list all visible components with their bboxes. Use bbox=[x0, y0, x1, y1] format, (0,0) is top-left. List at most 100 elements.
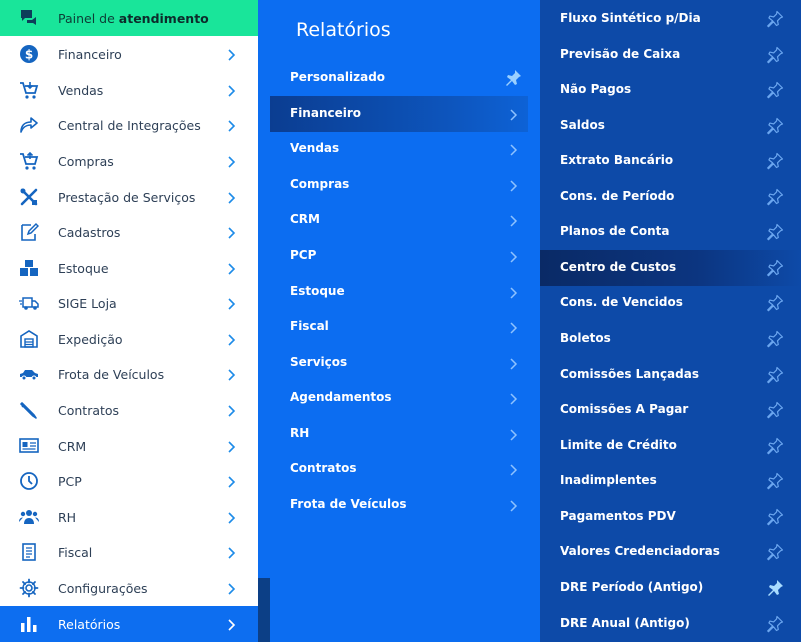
sidebar-item-label: Financeiro bbox=[58, 46, 122, 62]
menu-item-vendas[interactable]: Vendas bbox=[270, 131, 528, 167]
report-item[interactable]: Saldos bbox=[540, 108, 801, 144]
report-item-label: Inadimplentes bbox=[560, 473, 657, 487]
sidebar-item-central-integracoes[interactable]: Central de Integrações bbox=[0, 107, 258, 143]
menu-item-rh[interactable]: RH bbox=[270, 416, 528, 452]
report-item-selected[interactable]: Centro de Custos bbox=[540, 250, 801, 286]
menu-item-financeiro[interactable]: Financeiro bbox=[270, 96, 528, 132]
sidebar-item-label: Relatórios bbox=[58, 616, 121, 632]
sidebar-item-compras[interactable]: Compras bbox=[0, 143, 258, 179]
car-icon bbox=[18, 364, 40, 384]
sidebar-item-label: Estoque bbox=[58, 260, 109, 276]
report-item[interactable]: DRE Anual (Antigo) bbox=[540, 606, 801, 642]
report-item[interactable]: Planos de Conta bbox=[540, 214, 801, 250]
menu-item-personalizado[interactable]: Personalizado bbox=[270, 60, 528, 96]
sidebar-item-crm[interactable]: CRM bbox=[0, 428, 258, 464]
sidebar-item-label: SIGE Loja bbox=[58, 295, 117, 311]
chevron-right-icon bbox=[506, 320, 520, 334]
pin-outline-icon[interactable] bbox=[766, 401, 784, 419]
report-item[interactable]: DRE Período (Antigo) bbox=[540, 570, 801, 606]
pin-outline-icon[interactable] bbox=[766, 188, 784, 206]
report-item[interactable]: Limite de Crédito bbox=[540, 428, 801, 464]
sidebar-item-frota-veiculos[interactable]: Frota de Veículos bbox=[0, 356, 258, 392]
menu-item-agendamentos[interactable]: Agendamentos bbox=[270, 380, 528, 416]
chevron-right-icon bbox=[224, 545, 238, 559]
report-item[interactable]: Cons. de Período bbox=[540, 179, 801, 215]
pin-outline-icon[interactable] bbox=[766, 46, 784, 64]
menu-item-label: CRM bbox=[290, 212, 320, 226]
pin-outline-icon[interactable] bbox=[766, 294, 784, 312]
pin-outline-icon[interactable] bbox=[766, 330, 784, 348]
pin-outline-icon[interactable] bbox=[766, 117, 784, 135]
report-item[interactable]: Previsão de Caixa bbox=[540, 37, 801, 73]
pin-outline-icon[interactable] bbox=[766, 223, 784, 241]
menu-item-contratos[interactable]: Contratos bbox=[270, 451, 528, 487]
report-item-label: Limite de Crédito bbox=[560, 438, 677, 452]
pin-outline-icon[interactable] bbox=[766, 366, 784, 384]
menu-item-label: Vendas bbox=[290, 141, 340, 155]
pin-outline-icon[interactable] bbox=[766, 10, 784, 28]
panel-edge bbox=[258, 578, 270, 642]
menu-item-fiscal[interactable]: Fiscal bbox=[270, 309, 528, 345]
pin-filled-icon[interactable] bbox=[766, 579, 784, 597]
tools-icon bbox=[18, 187, 40, 207]
sidebar-item-painel-atendimento[interactable]: Painel de atendimento bbox=[0, 0, 258, 36]
sidebar-item-relatorios[interactable]: Relatórios bbox=[0, 606, 258, 642]
report-item[interactable]: Comissões Lançadas bbox=[540, 357, 801, 393]
chevron-right-icon bbox=[506, 213, 520, 227]
chat-icon bbox=[18, 8, 40, 28]
report-item[interactable]: Inadimplentes bbox=[540, 463, 801, 499]
report-item-label: Saldos bbox=[560, 118, 605, 132]
sidebar-item-estoque[interactable]: Estoque bbox=[0, 250, 258, 286]
menu-item-compras[interactable]: Compras bbox=[270, 167, 528, 203]
chevron-right-icon bbox=[224, 617, 238, 631]
sidebar-item-configuracoes[interactable]: Configurações bbox=[0, 570, 258, 606]
report-item[interactable]: Extrato Bancário bbox=[540, 143, 801, 179]
report-item[interactable]: Comissões A Pagar bbox=[540, 392, 801, 428]
sidebar-item-label: Central de Integrações bbox=[58, 117, 201, 133]
sidebar-item-pcp[interactable]: PCP bbox=[0, 463, 258, 499]
menu-item-pcp[interactable]: PCP bbox=[270, 238, 528, 274]
pin-outline-icon[interactable] bbox=[766, 543, 784, 561]
report-item[interactable]: Valores Credenciadoras bbox=[540, 534, 801, 570]
pin-outline-icon[interactable] bbox=[766, 81, 784, 99]
pin-icon[interactable] bbox=[504, 69, 522, 87]
sidebar-item-expedicao[interactable]: Expedição bbox=[0, 321, 258, 357]
report-item-label: Comissões Lançadas bbox=[560, 367, 699, 381]
menu-item-estoque[interactable]: Estoque bbox=[270, 274, 528, 310]
edit-icon bbox=[18, 222, 40, 242]
chevron-right-icon bbox=[224, 474, 238, 488]
pin-outline-icon[interactable] bbox=[766, 508, 784, 526]
sidebar-item-rh[interactable]: RH bbox=[0, 499, 258, 535]
sidebar-item-prestacao-servicos[interactable]: Prestação de Serviços bbox=[0, 179, 258, 215]
pin-outline-icon[interactable] bbox=[766, 472, 784, 490]
menu-item-crm[interactable]: CRM bbox=[270, 202, 528, 238]
chevron-right-icon bbox=[506, 178, 520, 192]
report-item[interactable]: Cons. de Vencidos bbox=[540, 285, 801, 321]
pin-outline-icon[interactable] bbox=[766, 615, 784, 633]
report-item[interactable]: Pagamentos PDV bbox=[540, 499, 801, 535]
sidebar-item-vendas[interactable]: Vendas bbox=[0, 72, 258, 108]
report-item[interactable]: Boletos bbox=[540, 321, 801, 357]
chevron-right-icon bbox=[224, 47, 238, 61]
sidebar-item-fiscal[interactable]: Fiscal bbox=[0, 534, 258, 570]
cart-icon bbox=[18, 80, 40, 100]
sidebar-item-contratos[interactable]: Contratos bbox=[0, 392, 258, 428]
report-item[interactable]: Fluxo Sintético p/Dia bbox=[540, 1, 801, 37]
svg-text:$: $ bbox=[25, 48, 33, 62]
menu-item-frota-veiculos[interactable]: Frota de Veículos bbox=[270, 487, 528, 523]
sidebar-item-sige-loja[interactable]: SIGE Loja bbox=[0, 285, 258, 321]
sidebar-item-financeiro[interactable]: $ Financeiro bbox=[0, 36, 258, 72]
report-item-label: DRE Anual (Antigo) bbox=[560, 616, 690, 630]
sidebar-item-cadastros[interactable]: Cadastros bbox=[0, 214, 258, 250]
chevron-right-icon bbox=[224, 225, 238, 239]
pin-outline-icon[interactable] bbox=[766, 259, 784, 277]
chevron-right-icon bbox=[224, 332, 238, 346]
sidebar-item-label: Frota de Veículos bbox=[58, 366, 165, 382]
report-item[interactable]: Não Pagos bbox=[540, 72, 801, 108]
main-sidebar: Painel de atendimento $ Financeiro Venda… bbox=[0, 0, 258, 642]
sidebar-item-label: Cadastros bbox=[58, 224, 121, 240]
chevron-right-icon bbox=[506, 285, 520, 299]
pin-outline-icon[interactable] bbox=[766, 437, 784, 455]
pin-outline-icon[interactable] bbox=[766, 152, 784, 170]
menu-item-servicos[interactable]: Serviços bbox=[270, 345, 528, 381]
